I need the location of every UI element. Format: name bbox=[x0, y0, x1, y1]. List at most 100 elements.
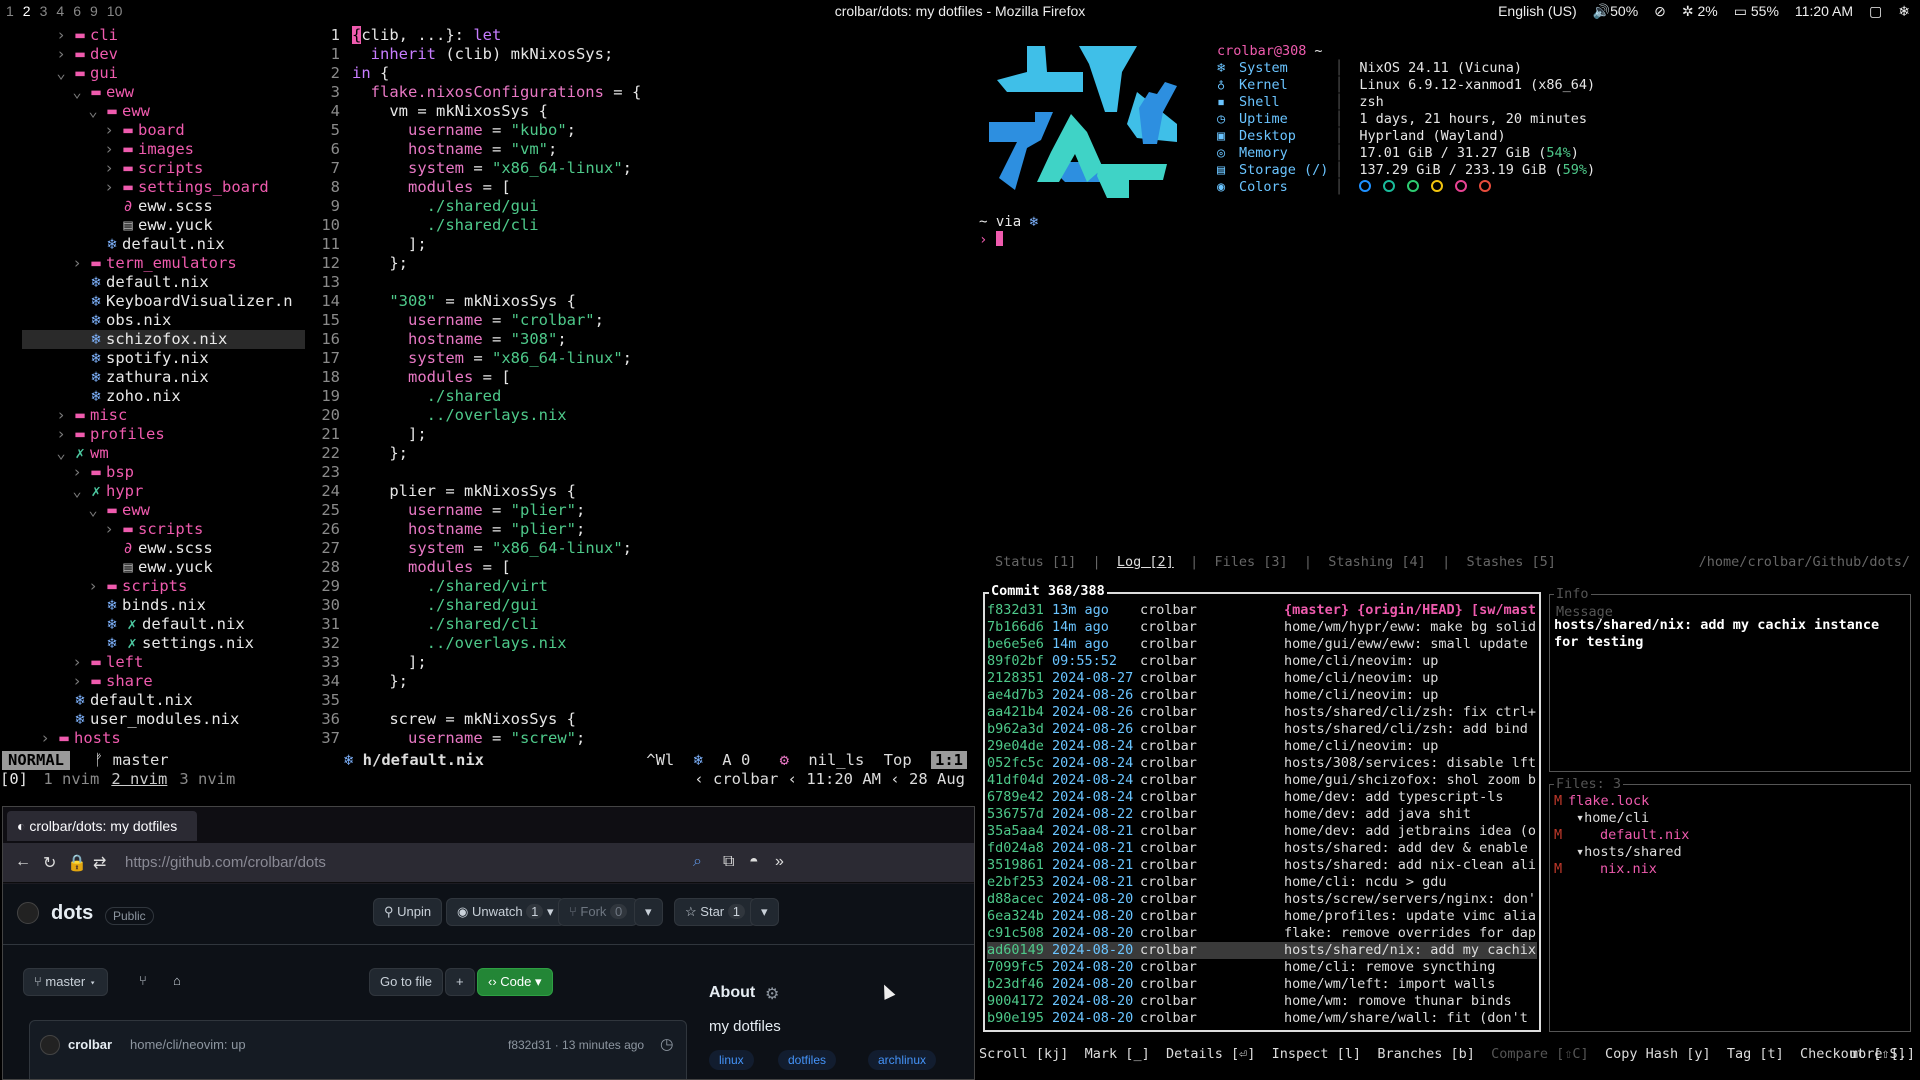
commit-message[interactable]: home/cli/neovim: up bbox=[130, 1037, 246, 1052]
tree-item[interactable]: ⌄ ▬ eww bbox=[0, 102, 305, 121]
extension-icon[interactable]: ⧉ bbox=[723, 853, 734, 871]
workspace-10[interactable]: 10 bbox=[107, 3, 123, 19]
tree-item[interactable]: ❄ binds.nix bbox=[0, 596, 305, 615]
tree-item[interactable]: ❄ obs.nix bbox=[0, 311, 305, 330]
commit-row[interactable]: 7b166d6 14m ago crolbar home/wm/hypr/eww: m… bbox=[987, 619, 1537, 636]
commit-row[interactable]: 2128351 2024-08-27 crolbar home/cli/neovim:… bbox=[987, 670, 1537, 687]
tag-icon[interactable]: ⌂ bbox=[163, 968, 191, 996]
lazygit-tab[interactable]: Files [3] bbox=[1214, 554, 1287, 570]
neovim-pane[interactable]: › ▬ cli › ▬ dev ⌄ ▬ gui ⌄ ▬ eww ⌄ ▬ eww › ▬ board › ▬ images… bbox=[0, 22, 975, 807]
repo-avatar[interactable] bbox=[17, 902, 39, 924]
tree-item[interactable]: › ▬ dev bbox=[0, 45, 305, 64]
back-icon[interactable]: ← bbox=[15, 853, 31, 871]
commit-row[interactable]: 35a5aa4 2024-08-21 crolbar home/dev: add je… bbox=[987, 823, 1537, 840]
tree-item[interactable]: › ▬ profiles bbox=[0, 425, 305, 444]
tree-item[interactable]: › ▬ term_emulators bbox=[0, 254, 305, 273]
workspace-3[interactable]: 3 bbox=[40, 3, 48, 19]
tree-item[interactable]: › ▬ share bbox=[0, 672, 305, 691]
site-settings-icon[interactable]: ⇄ bbox=[93, 853, 106, 873]
unwatch-button[interactable]: ◉ Unwatch 1 ▾ bbox=[446, 898, 565, 926]
tree-item[interactable]: ❄ schizofox.nix bbox=[22, 330, 305, 349]
commit-row[interactable]: 052fc5c 2024-08-24 crolbar hosts/308/servic… bbox=[987, 755, 1537, 772]
tree-item[interactable]: ❄ zathura.nix bbox=[0, 368, 305, 387]
workspace-4[interactable]: 4 bbox=[56, 3, 64, 19]
tree-item[interactable]: › ▬ scripts bbox=[0, 520, 305, 539]
tree-item[interactable]: ▤ eww.yuck bbox=[0, 558, 305, 577]
repo-name[interactable]: dots bbox=[51, 902, 93, 925]
commit-row[interactable]: 3519861 2024-08-21 crolbar hosts/shared: ad… bbox=[987, 857, 1537, 874]
firefox-window[interactable]: ◐ crolbar/dots: my dotfiles ← ↻ 🔒 ⇄ http… bbox=[2, 806, 975, 1080]
workspace-6[interactable]: 6 bbox=[73, 3, 81, 19]
terminal-fastfetch[interactable]: crolbar@308 ~ ❄ System │ NixOS 24.11 (Vicuna… bbox=[975, 22, 1920, 552]
commit-row[interactable]: 9004172 2024-08-20 crolbar home/wm: romove … bbox=[987, 993, 1537, 1010]
commit-row[interactable]: 41df04d 2024-08-24 crolbar home/gui/shcizof… bbox=[987, 772, 1537, 789]
tree-item[interactable]: › ▬ misc bbox=[0, 406, 305, 425]
tree-item[interactable]: › ▬ board bbox=[0, 121, 305, 140]
commit-row[interactable]: ad60149 2024-08-20 crolbar hosts/shared/nix… bbox=[987, 942, 1537, 959]
mask-icon[interactable]: ◓ bbox=[749, 853, 759, 871]
keyboard-layout[interactable]: English (US) bbox=[1498, 3, 1577, 20]
topic-tag[interactable]: dotfiles bbox=[778, 1050, 837, 1070]
code-editor[interactable]: {clib, ...}: let inherit (clib) mkNixosS… bbox=[352, 26, 972, 752]
commit-row[interactable]: d88acec 2024-08-20 crolbar hosts/screw/serv… bbox=[987, 891, 1537, 908]
tree-item[interactable]: › ▬ scripts bbox=[0, 577, 305, 596]
files-panel[interactable]: Files: 3 Mflake.lock ▾home/cli Mdefault.ni… bbox=[1549, 776, 1911, 1032]
history-icon[interactable]: ◷ bbox=[660, 1035, 674, 1054]
code-button[interactable]: ‹› Code ▾ bbox=[477, 968, 553, 996]
file-tree-file[interactable]: Mdefault.nix bbox=[1554, 827, 1689, 844]
tree-item[interactable]: › ▬ settings_board bbox=[0, 178, 305, 197]
commit-meta[interactable]: f832d31 · 13 minutes ago bbox=[508, 1038, 644, 1052]
commit-row[interactable]: 6789e42 2024-08-24 crolbar home/dev: add ty… bbox=[987, 789, 1537, 806]
tree-item[interactable]: › ▬ images bbox=[0, 140, 305, 159]
tray-icon[interactable]: ▢ bbox=[1869, 3, 1882, 20]
commit-row[interactable]: 89f02bf 09:55:52 crolbar home/cli/neovim: u… bbox=[987, 653, 1537, 670]
shell-prompt[interactable]: ~ via ❄ › bbox=[979, 214, 1038, 249]
file-tree-dir[interactable]: ▾hosts/shared bbox=[1554, 844, 1682, 861]
workspace-2[interactable]: 2 bbox=[23, 3, 31, 19]
star-button[interactable]: ☆ Star 1 bbox=[674, 898, 756, 926]
author-avatar[interactable] bbox=[40, 1035, 60, 1055]
lazygit-tab[interactable]: Status [1] bbox=[995, 554, 1076, 570]
mic-muted-icon[interactable]: ⊘ bbox=[1654, 3, 1666, 20]
tree-item[interactable]: › ▬ left bbox=[0, 653, 305, 672]
overflow-icon[interactable]: » bbox=[775, 853, 784, 871]
tree-item[interactable]: ⌄ ✗ hypr bbox=[0, 482, 305, 501]
tree-item[interactable]: ⌄ ✗ wm bbox=[0, 444, 305, 463]
reload-icon[interactable]: ↻ bbox=[43, 853, 56, 873]
workspace-9[interactable]: 9 bbox=[90, 3, 98, 19]
file-tree-file[interactable]: Mflake.lock bbox=[1554, 793, 1649, 810]
fork-dropdown[interactable]: ▾ bbox=[634, 898, 663, 926]
lock-icon[interactable]: 🔒 bbox=[67, 853, 87, 873]
tree-item[interactable]: ❄ KeyboardVisualizer.n bbox=[0, 292, 305, 311]
commit-row[interactable]: 536757d 2024-08-22 crolbar home/dev: add ja… bbox=[987, 806, 1537, 823]
tree-item[interactable]: ⌄ ▬ eww bbox=[0, 501, 305, 520]
commit-row[interactable]: 29e04de 2024-08-24 crolbar home/cli/neovim:… bbox=[987, 738, 1537, 755]
tree-item[interactable]: ∂ eww.scss bbox=[0, 197, 305, 216]
browser-tab[interactable]: ◐ crolbar/dots: my dotfiles bbox=[7, 811, 197, 841]
tree-item[interactable]: ⌄ ▬ gui bbox=[0, 64, 305, 83]
tree-item[interactable]: ∂ eww.scss bbox=[0, 539, 305, 558]
star-dropdown[interactable]: ▾ bbox=[750, 898, 779, 926]
commit-author[interactable]: crolbar bbox=[68, 1037, 112, 1052]
nix-tray-icon[interactable]: ❄ bbox=[1898, 3, 1910, 20]
commit-row[interactable]: 6ea324b 2024-08-20 crolbar home/profiles: u… bbox=[987, 908, 1537, 925]
tree-item[interactable]: ❄ default.nix bbox=[0, 691, 305, 710]
commit-row[interactable]: b90e195 2024-08-20 crolbar home/wm/share/wa… bbox=[987, 1010, 1537, 1027]
gear-icon[interactable]: ⚙ bbox=[765, 984, 779, 1004]
add-file-button[interactable]: + bbox=[445, 968, 475, 996]
branch-select[interactable]: ⑂ master ▾ bbox=[23, 968, 108, 996]
tree-item[interactable]: ❄ ✗ default.nix bbox=[0, 615, 305, 634]
tmux-window[interactable]: 3 nvim bbox=[173, 770, 241, 789]
reader-icon[interactable]: ⌕ bbox=[693, 853, 702, 871]
commit-row[interactable]: ae4d7b3 2024-08-26 crolbar home/cli/neovim:… bbox=[987, 687, 1537, 704]
tree-item[interactable]: › ▬ hosts bbox=[0, 729, 305, 748]
tree-item[interactable]: ⌄ ▬ eww bbox=[0, 83, 305, 102]
topic-tag[interactable]: archlinux bbox=[868, 1050, 937, 1070]
lazygit-tab[interactable]: Log [2] bbox=[1117, 554, 1174, 570]
tree-item[interactable]: › ▬ scripts bbox=[0, 159, 305, 178]
commit-row[interactable]: b962a3d 2024-08-26 crolbar hosts/shared/cli… bbox=[987, 721, 1537, 738]
lazygit-tab[interactable]: Stashes [5] bbox=[1466, 554, 1555, 570]
commit-row[interactable]: be6e5e6 14m ago crolbar home/gui/eww/eww: s… bbox=[987, 636, 1537, 653]
volume-indicator[interactable]: 🔊50% bbox=[1593, 3, 1638, 20]
tree-item[interactable]: › ▬ bsp bbox=[0, 463, 305, 482]
